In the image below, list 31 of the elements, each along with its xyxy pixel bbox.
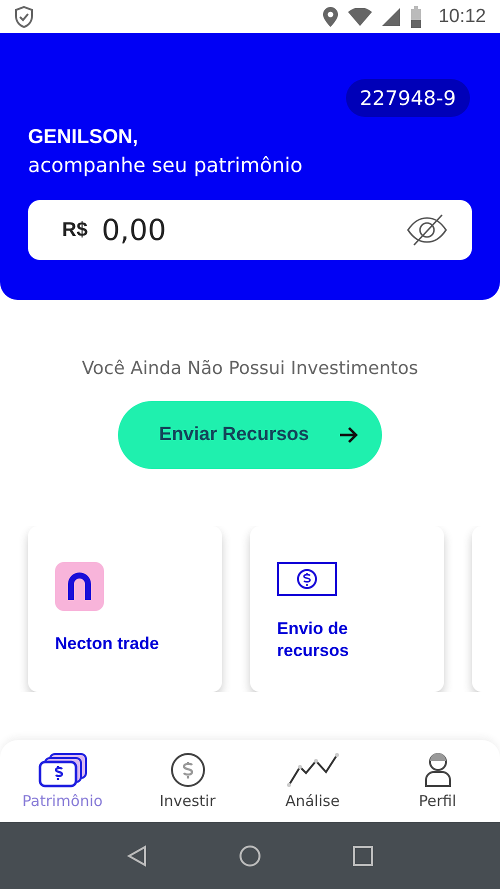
card-label: Envio de recursos <box>277 618 350 662</box>
dollar-coin-icon <box>170 752 206 788</box>
person-icon <box>422 752 452 788</box>
nav-tab[interactable]: Análise <box>258 752 368 810</box>
eye-off-icon[interactable] <box>406 214 448 246</box>
clock-time: 10:12 <box>438 6 486 28</box>
signal-icon <box>382 8 400 26</box>
shortcut-card[interactable]: Envio de recursos <box>250 526 444 692</box>
logo-icon <box>55 562 104 611</box>
empty-message: Você Ainda Não Possui Investimentos <box>80 358 420 379</box>
balance-amount: 0,00 <box>102 213 168 247</box>
shortcut-card[interactable]: Necton trade <box>28 526 222 692</box>
wifi-icon <box>348 8 372 26</box>
currency-symbol: R$ <box>62 218 88 242</box>
recents-icon[interactable] <box>353 846 373 866</box>
back-icon[interactable] <box>127 844 147 866</box>
banknote-icon <box>277 562 337 596</box>
nav-tab[interactable]: Perfil <box>382 752 492 810</box>
arrow-right-icon <box>338 426 359 444</box>
nav-tab[interactable]: Investir <box>132 752 242 810</box>
user-name: GENILSON, <box>28 126 140 149</box>
header-subtitle: acompanhe seu patrimônio <box>28 153 304 177</box>
battery-icon <box>410 6 422 28</box>
send-funds-button[interactable]: Enviar Recursos <box>118 401 382 469</box>
card-label: Necton trade <box>55 633 160 655</box>
money-stack-icon <box>38 752 88 788</box>
line-chart-icon <box>286 752 340 788</box>
home-icon[interactable] <box>239 844 261 866</box>
account-number: 227948-9 <box>346 79 470 117</box>
shield-icon <box>14 6 34 28</box>
location-icon <box>323 6 338 26</box>
